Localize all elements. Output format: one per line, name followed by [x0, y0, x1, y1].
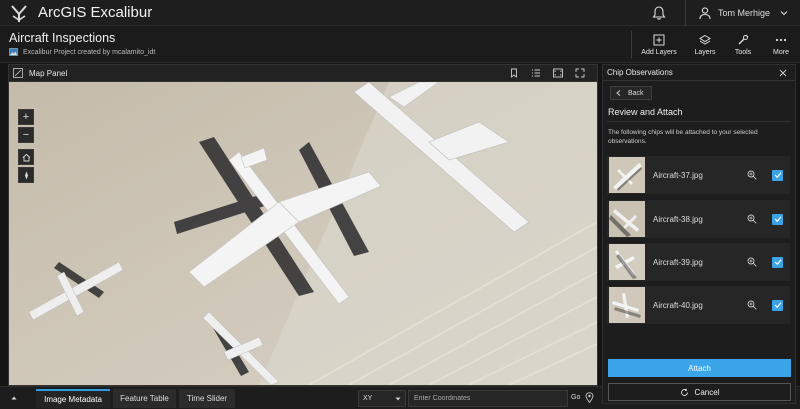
- compass-button[interactable]: [18, 167, 34, 183]
- bookmark-icon[interactable]: [509, 68, 519, 78]
- chip-checkbox[interactable]: [772, 256, 783, 268]
- panel-header: Chip Observations: [603, 65, 795, 81]
- tab-feature-table[interactable]: Feature Table: [113, 389, 176, 408]
- home-icon: [22, 153, 30, 161]
- coordinates-input[interactable]: [408, 390, 568, 407]
- app-title: ArcGIS Excalibur: [38, 4, 153, 21]
- chip-thumbnail: [609, 157, 645, 193]
- chip-thumbnail: [609, 201, 645, 237]
- panel-divider: [607, 121, 791, 122]
- map-view[interactable]: + −: [9, 82, 597, 385]
- panel-description: The following chips will be attached to …: [608, 129, 758, 145]
- aerial-imagery[interactable]: [9, 82, 597, 385]
- chip-checkbox[interactable]: [772, 169, 783, 181]
- add-layers-button[interactable]: Add Layers: [632, 26, 686, 63]
- zoom-to-icon[interactable]: [747, 257, 757, 267]
- tab-time-slider[interactable]: Time Slider: [179, 389, 235, 408]
- chip-row: Aircraft-40.jpg: [607, 286, 790, 324]
- go-button[interactable]: Go: [571, 394, 580, 401]
- project-header: Aircraft Inspections Excalibur Project c…: [0, 26, 800, 63]
- chip-filename: Aircraft-37.jpg: [653, 170, 703, 180]
- user-icon[interactable]: [698, 6, 712, 20]
- tab-image-metadata[interactable]: Image Metadata: [36, 389, 110, 408]
- more-label: More: [773, 48, 789, 56]
- more-icon: [775, 38, 787, 41]
- map-panel-icon: [13, 68, 23, 78]
- fit-extent-icon[interactable]: [553, 68, 563, 78]
- map-panel-header: Map Panel: [9, 65, 597, 82]
- project-title: Aircraft Inspections: [9, 31, 116, 45]
- checkmark-icon: [774, 216, 781, 223]
- chip-row: Aircraft-37.jpg: [607, 156, 790, 194]
- project-subtitle: Excalibur Project created by mcalamito_i…: [9, 48, 155, 56]
- tools-button[interactable]: Tools: [724, 26, 762, 63]
- compass-icon: [24, 171, 28, 179]
- zoom-to-icon[interactable]: [747, 300, 757, 310]
- back-label: Back: [628, 89, 644, 97]
- coordinate-system-value: XY: [363, 395, 373, 402]
- user-name[interactable]: Tom Merhige: [718, 8, 770, 18]
- add-layers-icon: [653, 34, 665, 45]
- attach-button[interactable]: Attach: [608, 359, 791, 377]
- coordinate-system-select[interactable]: XY: [358, 390, 406, 407]
- home-button[interactable]: [18, 149, 34, 165]
- chip-row: Aircraft-38.jpg: [607, 200, 790, 238]
- list-icon[interactable]: [531, 68, 541, 78]
- chip-checkbox[interactable]: [772, 213, 783, 225]
- chip-filename: Aircraft-39.jpg: [653, 257, 703, 267]
- project-toolbar: Add Layers Layers Tools More: [631, 26, 800, 63]
- tools-label: Tools: [734, 48, 752, 56]
- map-panel-title: Map Panel: [29, 68, 68, 78]
- layers-icon: [699, 34, 711, 45]
- chip-filename: Aircraft-40.jpg: [653, 300, 703, 310]
- cancel-button[interactable]: Cancel: [608, 383, 791, 401]
- location-pin-icon[interactable]: [585, 392, 594, 403]
- back-button[interactable]: Back: [610, 86, 652, 100]
- map-panel: Map Panel + −: [8, 64, 598, 386]
- checkmark-icon: [774, 302, 781, 309]
- header-divider: [684, 0, 686, 26]
- project-subtitle-text: Excalibur Project created by mcalamito_i…: [23, 48, 156, 56]
- chevron-left-icon: [616, 90, 621, 96]
- layers-label: Layers: [694, 48, 716, 56]
- close-icon[interactable]: [779, 69, 787, 77]
- chip-checkbox[interactable]: [772, 299, 783, 311]
- app-header: ArcGIS Excalibur Tom Merhige: [0, 0, 800, 26]
- chip-filename: Aircraft-38.jpg: [653, 214, 703, 224]
- cancel-label: Cancel: [694, 387, 720, 397]
- chevron-down-icon: [395, 397, 401, 401]
- zoom-out-button[interactable]: −: [18, 127, 34, 143]
- excalibur-logo-icon: [11, 4, 27, 22]
- chevron-up-icon[interactable]: [10, 394, 18, 402]
- chip-row: Aircraft-39.jpg: [607, 243, 790, 281]
- panel-heading: Review and Attach: [608, 107, 683, 117]
- panel-title: Chip Observations: [607, 68, 673, 77]
- add-layers-label: Add Layers: [641, 48, 677, 56]
- expand-icon[interactable]: [575, 68, 585, 78]
- zoom-to-icon[interactable]: [747, 214, 757, 224]
- layers-button[interactable]: Layers: [686, 26, 724, 63]
- cancel-icon: [680, 388, 688, 396]
- map-navigation-controls: + −: [18, 109, 34, 185]
- chip-observations-panel: Chip Observations Back Review and Attach…: [602, 64, 796, 404]
- tools-icon: [738, 34, 749, 44]
- zoom-to-icon[interactable]: [747, 170, 757, 180]
- chevron-down-icon[interactable]: [780, 9, 788, 17]
- checkmark-icon: [774, 172, 781, 179]
- chip-thumbnail: [609, 244, 645, 280]
- chip-thumbnail: [609, 287, 645, 323]
- checkmark-icon: [774, 259, 781, 266]
- project-image-icon: [9, 48, 18, 56]
- zoom-in-button[interactable]: +: [18, 109, 34, 125]
- notifications-bell-icon[interactable]: [651, 5, 667, 21]
- more-button[interactable]: More: [762, 26, 800, 63]
